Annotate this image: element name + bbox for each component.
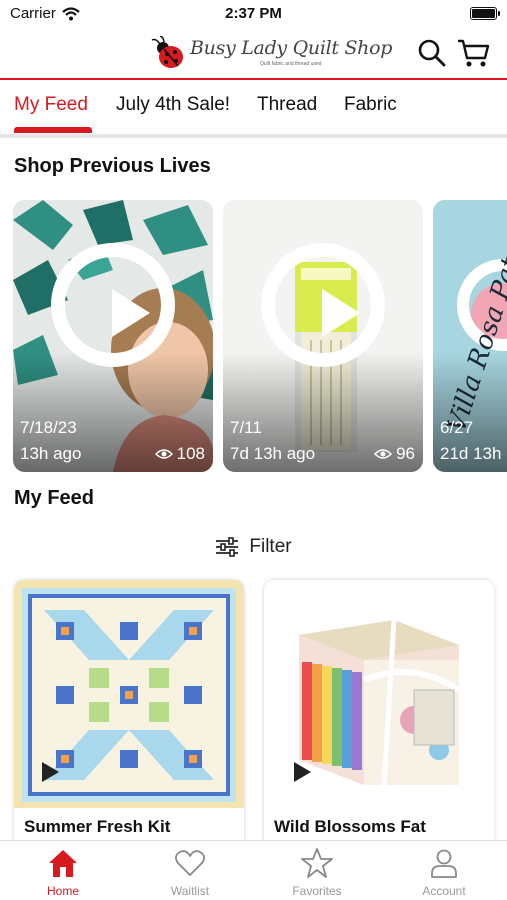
filter-label: Filter <box>249 536 292 557</box>
previous-lives-carousel[interactable]: 7/18/23 13h ago 108 7/11 7d 13h ago 96 R… <box>0 200 507 472</box>
logo-title: Busy Lady Quilt Shop <box>190 37 393 59</box>
live-video-card[interactable]: Villa Rosa Pat 6/27 21d 13h <box>433 200 507 472</box>
logo-subtitle: Quilt fabric and thread used <box>260 61 322 67</box>
tab-thread[interactable]: Thread <box>257 94 317 116</box>
nav-waitlist[interactable]: Waitlist <box>127 841 253 900</box>
eye-icon <box>374 449 393 459</box>
ladybug-icon <box>151 36 183 68</box>
live-video-card[interactable]: 7/18/23 13h ago 108 <box>13 200 213 472</box>
live-date: 6/27 <box>440 418 474 437</box>
status-time: 2:37 PM <box>225 5 282 22</box>
cart-icon <box>458 39 490 67</box>
live-ago: 21d 13h <box>440 444 502 463</box>
nav-account[interactable]: Account <box>381 841 507 900</box>
live-views: 96 <box>374 444 415 464</box>
bottom-nav: Home Waitlist Favorites Account <box>0 840 507 900</box>
views-count: 108 <box>176 444 205 463</box>
category-tabs: My Feed July 4th Sale! Thread Fabric <box>0 82 507 138</box>
nav-label: Waitlist <box>170 884 210 898</box>
nav-home[interactable]: Home <box>0 841 126 900</box>
search-button[interactable] <box>417 38 447 68</box>
star-icon <box>301 848 333 878</box>
tab-fabric[interactable]: Fabric <box>344 94 397 116</box>
live-ago: 13h ago <box>20 444 82 463</box>
live-ago: 7d 13h ago <box>230 444 316 463</box>
nav-label: Account <box>422 884 466 898</box>
video-play-icon[interactable] <box>42 762 59 782</box>
status-bar: Carrier 2:37 PM <box>0 0 507 28</box>
live-date: 7/11 <box>230 418 262 437</box>
live-views: 108 <box>154 444 205 464</box>
play-icon[interactable] <box>51 243 175 367</box>
nav-favorites[interactable]: Favorites <box>254 841 380 900</box>
sliders-icon <box>216 537 239 557</box>
heart-icon <box>175 850 205 876</box>
previous-lives-title: Shop Previous Lives <box>14 155 211 177</box>
product-name: Wild Blossoms Fat <box>274 817 426 836</box>
battery-icon <box>470 7 500 20</box>
views-count: 96 <box>396 444 415 463</box>
tab-july-4th-sale[interactable]: July 4th Sale! <box>116 94 230 116</box>
product-card[interactable]: Wild Blossoms Fat <box>264 580 494 870</box>
active-tab-indicator <box>14 127 92 133</box>
nav-label: Home <box>46 884 79 898</box>
live-video-card[interactable]: 7/11 7d 13h ago 96 <box>223 200 423 472</box>
cart-button[interactable] <box>457 38 491 68</box>
product-card[interactable]: Summer Fresh Kit <box>14 580 244 870</box>
home-icon <box>49 850 77 877</box>
my-feed-title: My Feed <box>14 487 95 509</box>
nav-label: Favorites <box>292 884 342 898</box>
play-icon[interactable] <box>261 243 385 367</box>
person-icon <box>431 849 457 878</box>
product-name: Summer Fresh Kit <box>24 817 171 836</box>
app-header: Busy Lady Quilt Shop Quilt fabric and th… <box>0 28 507 80</box>
tab-my-feed[interactable]: My Feed <box>14 94 88 116</box>
search-icon <box>418 39 446 67</box>
shop-logo[interactable]: Busy Lady Quilt Shop Quilt fabric and th… <box>150 34 392 72</box>
live-date: 7/18/23 <box>20 418 77 437</box>
filter-button[interactable]: Filter <box>0 532 507 562</box>
eye-icon <box>154 449 173 459</box>
video-play-icon[interactable] <box>294 762 311 782</box>
